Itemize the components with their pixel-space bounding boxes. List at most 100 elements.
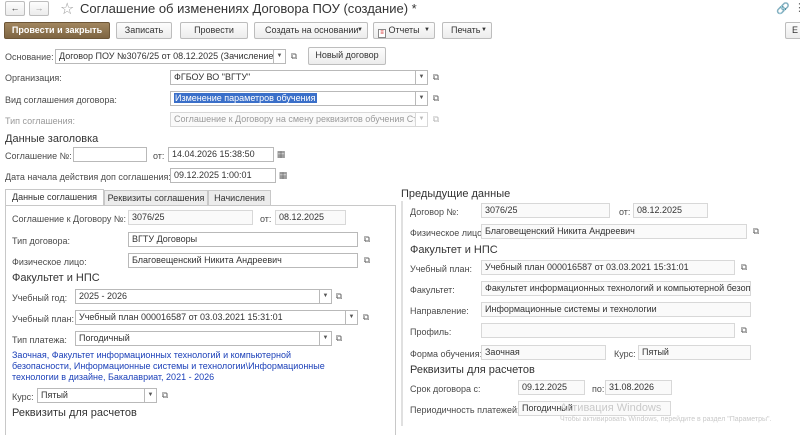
term-from-label: Срок договора с: xyxy=(410,384,481,394)
contract-type-label: Тип договора: xyxy=(12,236,71,246)
back-button[interactable]: ← xyxy=(5,1,25,16)
prev-person-open-icon[interactable]: ⧉ xyxy=(750,224,762,239)
prev-profile-label: Профиль: xyxy=(410,327,452,337)
forward-button[interactable]: → xyxy=(29,1,49,16)
calendar-icon[interactable]: ▦ xyxy=(275,147,287,162)
activation-watermark-title: Активация Windows xyxy=(560,402,662,414)
agreement-type-value: Изменение параметров обучения xyxy=(174,93,317,103)
payment-type-dropdown[interactable]: ▼ xyxy=(320,331,332,346)
organization-open-icon[interactable]: ⧉ xyxy=(430,70,442,85)
tab-agreement-data[interactable]: Данные соглашения xyxy=(5,189,104,205)
prev-direction-field: Информационные системы и технологии xyxy=(481,302,751,317)
basis-field[interactable]: Договор ПОУ №3076/25 от 08.12.2025 (Зачи… xyxy=(55,49,274,64)
payment-details-title: Реквизиты для расчетов xyxy=(12,407,137,419)
agreement-type-open-icon[interactable]: ⧉ xyxy=(430,91,442,106)
more-icon[interactable]: ⋮ xyxy=(794,1,800,14)
start-date-field[interactable]: 09.12.2025 1:00:01 xyxy=(170,168,276,183)
prev-profile-open-icon[interactable]: ⧉ xyxy=(738,323,750,338)
start-date-label: Дата начала действия доп соглашения: xyxy=(5,172,171,182)
course-dropdown[interactable]: ▼ xyxy=(145,388,157,403)
previous-data-title: Предыдущие данные xyxy=(401,188,511,200)
prev-contract-no-field: 3076/25 xyxy=(481,203,610,218)
education-summary-link[interactable]: Заочная, Факультет информационных технол… xyxy=(12,350,352,383)
prev-faculty-field: Факультет информационных технологий и ко… xyxy=(481,281,751,296)
periodicity-label: Периодичность платежей: xyxy=(410,405,520,415)
prev-faculty-title: Факультет и НПС xyxy=(410,244,498,256)
to-contract-field: 3076/25 xyxy=(128,210,253,225)
more-actions-button[interactable]: Е xyxy=(785,22,800,39)
organization-label: Организация: xyxy=(5,73,62,83)
basis-dropdown[interactable]: ▼ xyxy=(274,49,286,64)
report-icon: ≡ xyxy=(378,29,386,38)
plan-field[interactable]: Учебный план 000016587 от 03.03.2021 15:… xyxy=(75,310,346,325)
agreement-number-label: Соглашение №: xyxy=(5,151,72,161)
term-to-field: 31.08.2026 xyxy=(605,380,672,395)
agreement-subtype-label: Тип соглашения: xyxy=(5,116,76,126)
agreement-date-label: от: xyxy=(153,151,165,161)
dropdown-arrow-icon: ▼ xyxy=(357,27,363,33)
to-contract-date-field: 08.12.2025 xyxy=(275,210,346,225)
print-label: Печать xyxy=(451,25,481,35)
tab-accruals[interactable]: Начисления xyxy=(208,190,271,205)
reports-button[interactable]: ≡ Отчеты ▼ xyxy=(373,22,435,39)
create-based-on-label: Создать на основании xyxy=(265,25,359,35)
print-button[interactable]: Печать ▼ xyxy=(442,22,492,39)
new-contract-button[interactable]: Новый договор xyxy=(308,47,386,65)
prev-date-field: 08.12.2025 xyxy=(633,203,708,218)
contract-type-open-icon[interactable]: ⧉ xyxy=(361,232,373,247)
year-field[interactable]: 2025 - 2026 xyxy=(75,289,320,304)
post-button[interactable]: Провести xyxy=(180,22,248,39)
tab-agreement-details[interactable]: Реквизиты соглашения xyxy=(104,190,208,205)
payment-type-open-icon[interactable]: ⧉ xyxy=(333,331,345,346)
reports-label: Отчеты xyxy=(388,25,420,35)
dropdown-arrow-icon: ▼ xyxy=(424,27,430,33)
person-label: Физическое лицо: xyxy=(12,257,87,267)
agreement-subtype-field: Соглашение к Договору на смену реквизито… xyxy=(170,112,416,127)
agreement-date-field[interactable]: 14.04.2026 15:38:50 xyxy=(168,147,274,162)
prev-plan-open-icon[interactable]: ⧉ xyxy=(738,260,750,275)
term-from-field: 09.12.2025 xyxy=(518,380,585,395)
prev-person-label: Физическое лицо: xyxy=(410,228,485,238)
course-open-icon[interactable]: ⧉ xyxy=(159,388,171,403)
agreement-type-dropdown[interactable]: ▼ xyxy=(416,91,428,106)
post-and-close-button[interactable]: Провести и закрыть xyxy=(4,22,110,39)
plan-dropdown[interactable]: ▼ xyxy=(346,310,358,325)
prev-course-field: Пятый xyxy=(638,345,751,360)
agreement-subtype-dropdown: ▼ xyxy=(416,112,428,127)
agreement-type-field[interactable]: Изменение параметров обучения xyxy=(170,91,416,106)
year-dropdown[interactable]: ▼ xyxy=(320,289,332,304)
term-to-label: по: xyxy=(592,384,605,394)
plan-label: Учебный план: xyxy=(12,314,75,324)
agreement-subtype-open-icon: ⧉ xyxy=(432,114,440,124)
course-field[interactable]: Пятый xyxy=(37,388,145,403)
create-based-on-button[interactable]: Создать на основании ▼ xyxy=(254,22,368,39)
agreement-number-field[interactable] xyxy=(73,147,147,162)
calendar-icon[interactable]: ▦ xyxy=(277,168,289,183)
prev-direction-label: Направление: xyxy=(410,306,469,316)
faculty-section-title: Факультет и НПС xyxy=(12,272,100,284)
course-label: Курс: xyxy=(12,392,34,402)
prev-form-field: Заочная xyxy=(481,345,606,360)
prev-person-field: Благовещенский Никита Андреевич xyxy=(481,224,747,239)
plan-open-icon[interactable]: ⧉ xyxy=(360,310,372,325)
save-button[interactable]: Записать xyxy=(116,22,172,39)
activation-watermark-text: Чтобы активировать Windows, перейдите в … xyxy=(560,416,772,423)
prev-details-title: Реквизиты для расчетов xyxy=(410,364,535,376)
person-open-icon[interactable]: ⧉ xyxy=(361,253,373,268)
contract-type-field[interactable]: ВГТУ Договоры xyxy=(128,232,358,247)
prev-plan-field: Учебный план 000016587 от 03.03.2021 15:… xyxy=(481,260,735,275)
favorite-star-icon[interactable]: ☆ xyxy=(60,0,74,19)
year-label: Учебный год: xyxy=(12,293,68,303)
basis-open-icon[interactable]: ⧉ xyxy=(288,49,300,64)
dropdown-arrow-icon: ▼ xyxy=(481,27,487,33)
to-contract-label: Соглашение к Договору №: xyxy=(12,214,127,224)
payment-type-field[interactable]: Погодичный xyxy=(75,331,320,346)
prev-profile-field xyxy=(481,323,735,338)
header-data-title: Данные заголовка xyxy=(5,133,99,145)
window-title: Соглашение об изменениях Договора ПОУ (с… xyxy=(80,1,417,16)
year-open-icon[interactable]: ⧉ xyxy=(333,289,345,304)
link-icon[interactable]: 🔗 xyxy=(776,2,790,15)
person-field[interactable]: Благовещенский Никита Андреевич xyxy=(128,253,358,268)
organization-dropdown[interactable]: ▼ xyxy=(416,70,428,85)
organization-field[interactable]: ФГБОУ ВО "ВГТУ" xyxy=(170,70,416,85)
